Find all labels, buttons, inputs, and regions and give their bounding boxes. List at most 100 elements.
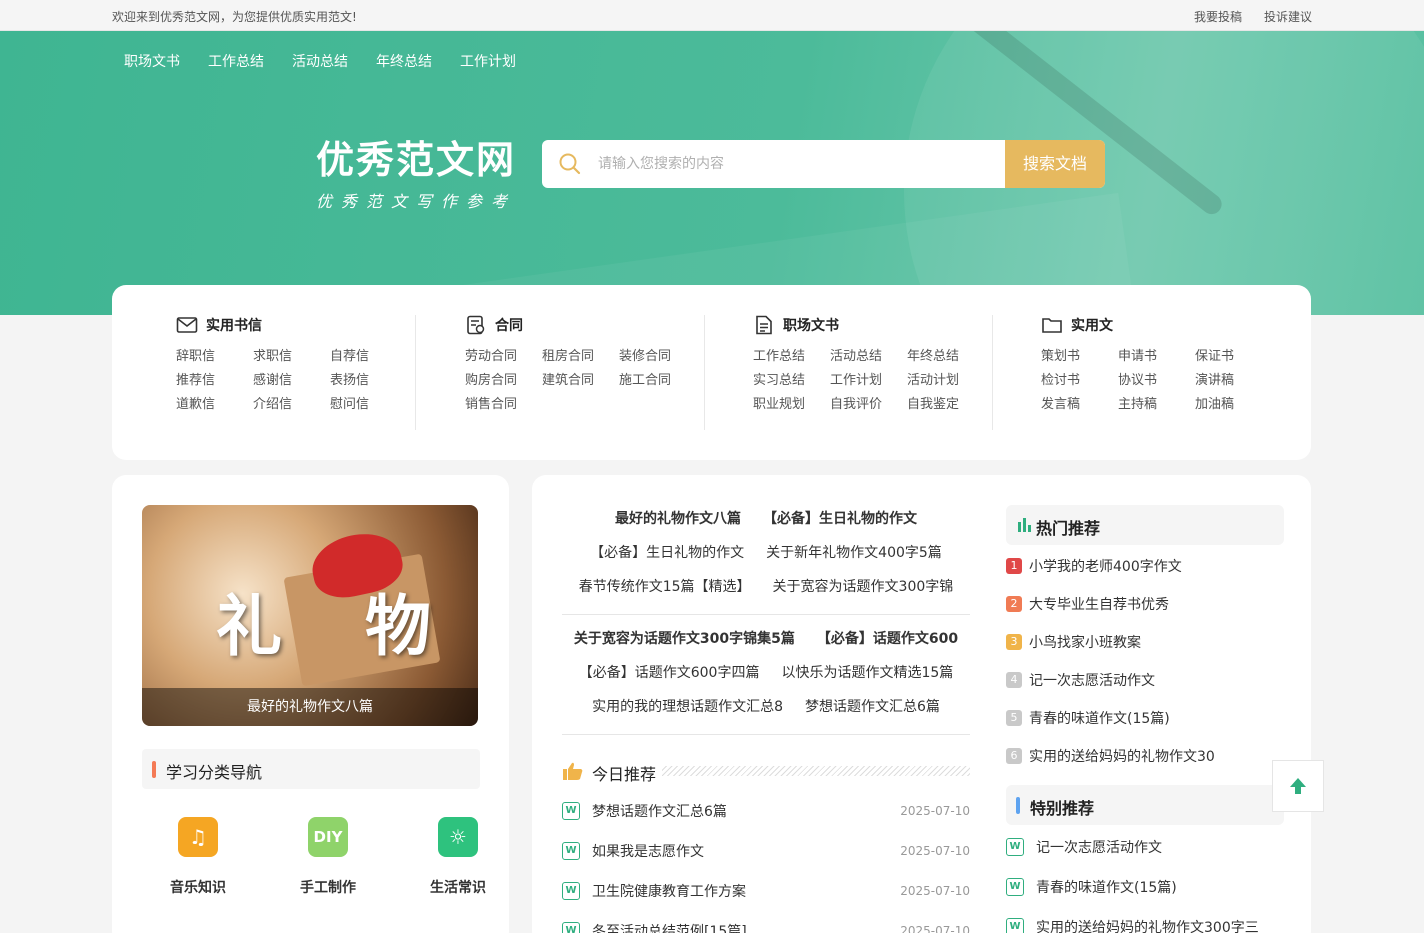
category-link[interactable]: 年终总结 xyxy=(907,349,984,365)
category-link[interactable]: 发言稿 xyxy=(1041,397,1118,413)
category-link[interactable]: 自荐信 xyxy=(330,349,407,365)
item-date: 2025-07-10 xyxy=(900,884,970,898)
hot-item[interactable]: 4 记一次志愿活动作文 xyxy=(1006,661,1284,699)
category-title-practical: 实用文 xyxy=(1041,315,1265,335)
category-link[interactable]: 感谢信 xyxy=(253,373,330,389)
nav-item-activity-summary[interactable]: 活动总结 xyxy=(292,51,348,71)
article-link[interactable]: 关于宽容为话题作文300字锦集5篇 xyxy=(574,622,795,656)
rank-badge: 3 xyxy=(1006,634,1022,650)
category-link[interactable]: 慰问信 xyxy=(330,397,407,413)
category-link[interactable]: 策划书 xyxy=(1041,349,1118,365)
list-item[interactable]: W 梦想话题作文汇总6篇 2025-07-10 xyxy=(562,791,970,831)
rank-badge: 5 xyxy=(1006,710,1022,726)
special-item-title: 实用的送给妈妈的礼物作文300字三 xyxy=(1036,920,1259,933)
back-to-top-button[interactable] xyxy=(1272,760,1324,812)
nav-item-annual-summary[interactable]: 年终总结 xyxy=(376,51,432,71)
category-workplace: 职场文书 工作总结 活动总结 年终总结 实习总结 工作计划 活动计划 职业规划 … xyxy=(689,315,977,413)
category-link[interactable]: 介绍信 xyxy=(253,397,330,413)
category-link[interactable]: 检讨书 xyxy=(1041,373,1118,389)
contract-icon xyxy=(467,315,485,335)
article-link[interactable]: 【必备】生日礼物的作文 xyxy=(590,536,744,570)
category-link[interactable]: 申请书 xyxy=(1118,349,1195,365)
hot-item-title: 实用的送给妈妈的礼物作文30 xyxy=(1029,749,1215,765)
list-item[interactable]: W 如果我是志愿作文 2025-07-10 xyxy=(562,831,970,871)
category-link[interactable]: 协议书 xyxy=(1118,373,1195,389)
hero-banner: 职场文书 工作总结 活动总结 年终总结 工作计划 优秀范文网 优秀范文写作参考 … xyxy=(0,31,1424,315)
category-links: 辞职信 求职信 自荐信 推荐信 感谢信 表扬信 道歉信 介绍信 慰问信 xyxy=(176,349,400,413)
special-item[interactable]: W 青春的味道作文(15篇) xyxy=(1006,867,1284,907)
category-link[interactable]: 工作总结 xyxy=(753,349,830,365)
category-link[interactable]: 推荐信 xyxy=(176,373,253,389)
category-link[interactable]: 自我鉴定 xyxy=(907,397,984,413)
article-link[interactable]: 【必备】话题作文600字四篇 xyxy=(579,656,760,690)
category-link[interactable]: 保证书 xyxy=(1195,349,1272,365)
category-link[interactable]: 主持稿 xyxy=(1118,397,1195,413)
article-link[interactable]: 关于宽容为话题作文300字锦 xyxy=(773,570,954,604)
category-link[interactable]: 工作计划 xyxy=(830,373,907,389)
category-link[interactable]: 自我评价 xyxy=(830,397,907,413)
special-item[interactable]: W 记一次志愿活动作文 xyxy=(1006,827,1284,867)
special-item[interactable]: W 实用的送给妈妈的礼物作文300字三 xyxy=(1006,907,1284,933)
category-link[interactable]: 销售合同 xyxy=(465,397,542,413)
hot-item-title: 小鸟找家小班教案 xyxy=(1029,635,1141,651)
app-life[interactable]: ☼ 生活常识 xyxy=(428,817,488,897)
article-link[interactable]: 实用的我的理想话题作文汇总8 xyxy=(592,690,783,724)
article-link[interactable]: 关于新年礼物作文400字5篇 xyxy=(766,536,942,570)
hot-item[interactable]: 5 青春的味道作文(15篇) xyxy=(1006,699,1284,737)
featured-caption[interactable]: 最好的礼物作文八篇 xyxy=(142,688,478,726)
article-link[interactable]: 梦想话题作文汇总6篇 xyxy=(805,690,940,724)
hot-item[interactable]: 1 小学我的老师400字作文 xyxy=(1006,547,1284,585)
category-link[interactable]: 加油稿 xyxy=(1195,397,1272,413)
featured-article-image[interactable]: 礼 物 最好的礼物作文八篇 xyxy=(142,505,478,726)
hot-item-title: 记一次志愿活动作文 xyxy=(1029,673,1155,689)
hot-item[interactable]: 6 实用的送给妈妈的礼物作文30 xyxy=(1006,737,1284,775)
article-link[interactable]: 以快乐为话题作文精选15篇 xyxy=(781,656,953,690)
search-button[interactable]: 搜索文档 xyxy=(1005,140,1105,188)
rank-badge: 1 xyxy=(1006,558,1022,574)
nav-item-workplace[interactable]: 职场文书 xyxy=(124,51,180,71)
list-item[interactable]: W 卫生院健康教育工作方案 2025-07-10 xyxy=(562,871,970,911)
category-link[interactable]: 装修合同 xyxy=(619,349,696,365)
top-links: 我要投稿 投诉建议 xyxy=(1194,8,1312,25)
category-link[interactable]: 求职信 xyxy=(253,349,330,365)
item-date: 2025-07-10 xyxy=(900,924,970,933)
category-link[interactable]: 活动总结 xyxy=(830,349,907,365)
nav-item-work-summary[interactable]: 工作总结 xyxy=(208,51,264,71)
today-title: 今日推荐 xyxy=(592,761,663,785)
submit-link[interactable]: 我要投稿 xyxy=(1194,8,1242,25)
category-link[interactable]: 实习总结 xyxy=(753,373,830,389)
header-accent xyxy=(1016,797,1020,814)
search-box: 搜索文档 xyxy=(542,140,1105,188)
site-logo[interactable]: 优秀范文网 优秀范文写作参考 xyxy=(316,129,516,212)
special-title: 特别推荐 xyxy=(1030,799,1095,818)
article-link[interactable]: 春节传统作文15篇【精选】 xyxy=(579,570,751,604)
category-link[interactable]: 辞职信 xyxy=(176,349,253,365)
category-link[interactable]: 表扬信 xyxy=(330,373,407,389)
category-title-text: 实用文 xyxy=(1071,318,1113,334)
category-link[interactable]: 建筑合同 xyxy=(542,373,619,389)
article-link[interactable]: 最好的礼物作文八篇 xyxy=(615,502,741,536)
category-link[interactable]: 活动计划 xyxy=(907,373,984,389)
nav-item-work-plan[interactable]: 工作计划 xyxy=(460,51,516,71)
hot-item[interactable]: 3 小鸟找家小班教案 xyxy=(1006,623,1284,661)
complaint-link[interactable]: 投诉建议 xyxy=(1264,8,1312,25)
folder-icon xyxy=(1042,318,1062,333)
category-link[interactable]: 演讲稿 xyxy=(1195,373,1272,389)
sidebar: 热门推荐 1 小学我的老师400字作文 2 大专毕业生自荐书优秀 3 小鸟找家小班教案… xyxy=(1006,505,1284,933)
category-link[interactable]: 职业规划 xyxy=(753,397,830,413)
category-link[interactable]: 购房合同 xyxy=(465,373,542,389)
app-diy[interactable]: DIY 手工制作 xyxy=(298,817,358,897)
hot-item-title: 青春的味道作文(15篇) xyxy=(1029,711,1170,727)
list-item[interactable]: W 冬至活动总结范例[15篇] 2025-07-10 xyxy=(562,911,970,933)
hot-item[interactable]: 2 大专毕业生自荐书优秀 xyxy=(1006,585,1284,623)
search-input[interactable] xyxy=(598,140,998,188)
category-link[interactable]: 施工合同 xyxy=(619,373,696,389)
app-music[interactable]: ♫ 音乐知识 xyxy=(168,817,228,897)
category-title-text: 职场文书 xyxy=(783,318,839,334)
category-link[interactable]: 道歉信 xyxy=(176,397,253,413)
category-link[interactable]: 租房合同 xyxy=(542,349,619,365)
category-link[interactable]: 劳动合同 xyxy=(465,349,542,365)
article-link[interactable]: 【必备】话题作文600 xyxy=(817,622,958,656)
article-link[interactable]: 【必备】生日礼物的作文 xyxy=(763,502,917,536)
today-list: W 梦想话题作文汇总6篇 2025-07-10 W 如果我是志愿作文 2025-… xyxy=(562,791,970,933)
